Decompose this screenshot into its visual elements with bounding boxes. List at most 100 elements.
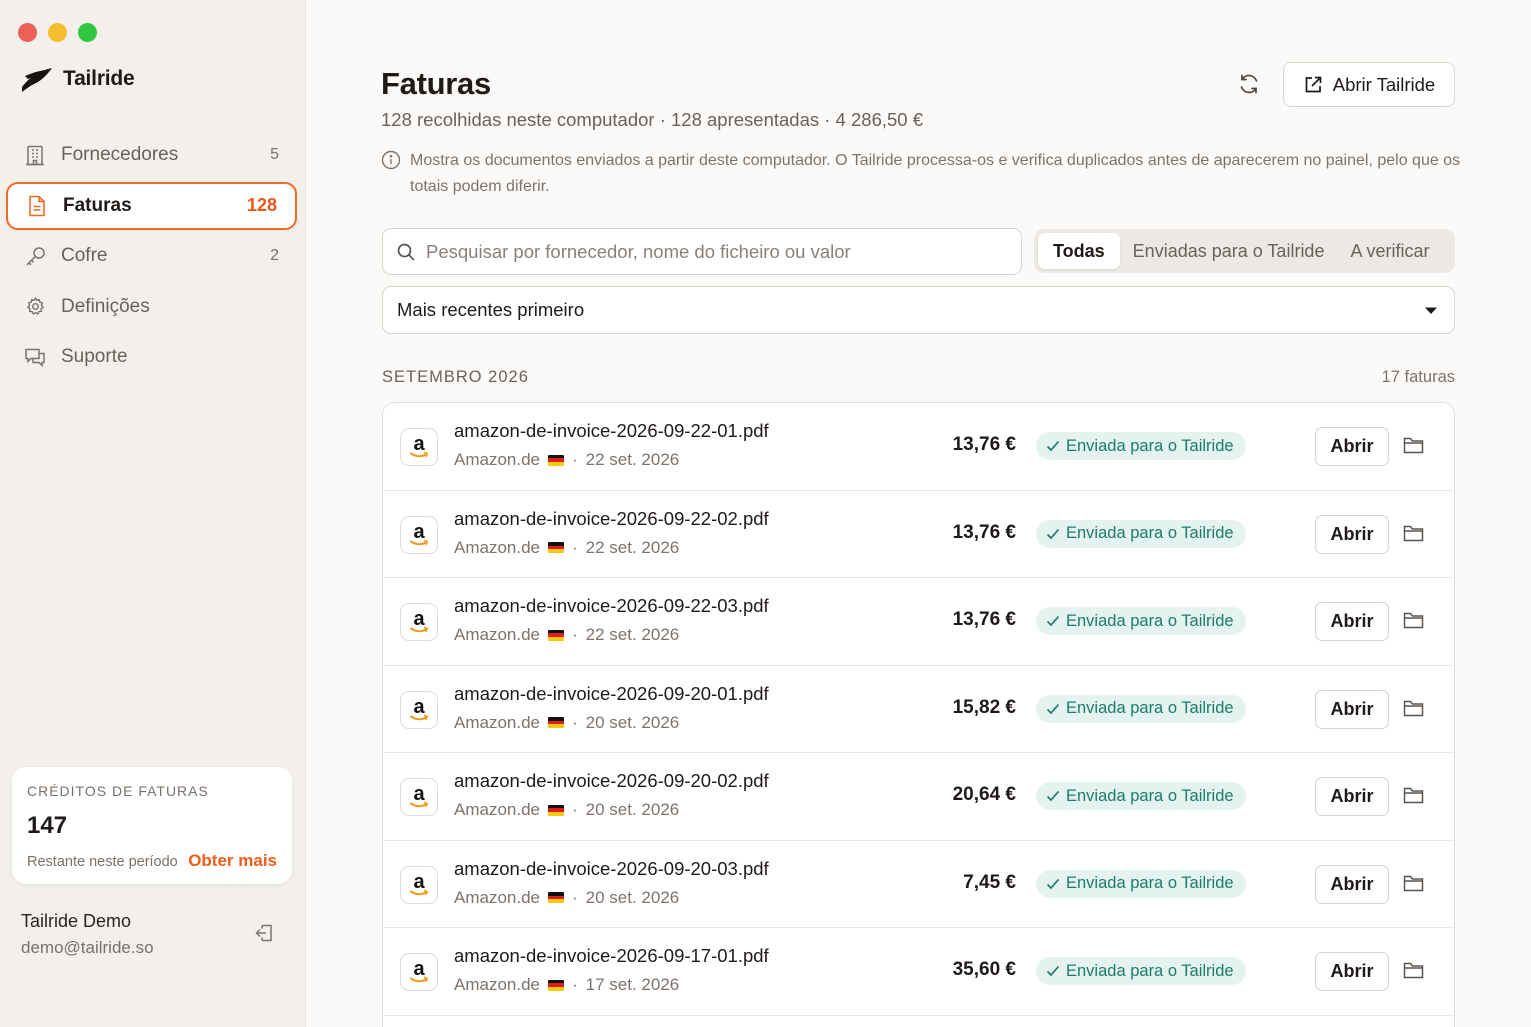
tab-a-verificar[interactable]: A verificar [1337,233,1442,269]
external-link-icon [1305,76,1322,92]
status-badge-label: Enviada para o Tailride [1066,874,1234,892]
invoice-amount: 13,76 € [952,434,1016,455]
svg-text:a: a [413,697,425,718]
invoice-meta: Amazon.de · 22 set. 2026 [454,538,679,558]
tab-todas[interactable]: Todas [1038,233,1120,269]
open-tailride-button[interactable]: Abrir Tailride [1283,62,1455,107]
amazon-logo-icon: a [400,865,438,904]
sidebar-nav: Fornecedores 5 Faturas 128 Cofre 2 Defin… [6,131,297,384]
sidebar-item-count: 2 [270,247,279,264]
info-note: Mostra os documentos enviados a partir d… [381,148,1461,200]
check-icon [1046,790,1060,802]
check-icon [1046,965,1060,977]
gear-icon [24,296,46,318]
invoice-filename: amazon-de-invoice-2026-09-20-01.pdf [454,682,769,704]
logout-icon[interactable] [254,923,276,945]
sidebar-item-label: Fornecedores [61,144,179,165]
info-text: Mostra os documentos enviados a partir d… [410,152,1461,195]
open-invoice-button[interactable]: Abrir [1315,427,1389,466]
sidebar-item-definicoes[interactable]: Definições [6,283,297,331]
sidebar-item-label: Cofre [61,245,108,266]
document-icon [26,195,48,217]
get-more-credits-link[interactable]: Obter mais [188,851,277,871]
svg-text:a: a [413,784,425,805]
credits-value: 147 [27,812,68,839]
folder-icon[interactable] [1403,699,1425,719]
open-invoice-button[interactable]: Abrir [1315,602,1389,641]
zoom-window-button[interactable] [78,23,97,42]
search-icon [397,243,415,261]
credits-card: CRÉDITOS DE FATURAS 147 Restante neste p… [12,767,292,884]
invoice-row[interactable]: a amazon-de-invoice-2026-09-20-03.pdf Am… [383,841,1454,928]
germany-flag-icon [548,454,564,466]
month-group-header: SETEMBRO 2026 17 faturas [382,368,1455,387]
open-invoice-button[interactable]: Abrir [1315,864,1389,904]
svg-text:a: a [413,434,425,455]
check-icon [1046,878,1060,889]
meta-separator: · [572,537,578,557]
sidebar-item-cofre[interactable]: Cofre 2 [6,232,297,280]
status-badge: Enviada para o Tailride [1036,869,1246,898]
invoice-meta: Amazon.de · 20 set. 2026 [454,888,679,908]
invoice-amount: 35,60 € [952,959,1016,980]
invoice-vendor: Amazon.de [454,625,540,644]
open-invoice-button[interactable]: Abrir [1315,514,1389,554]
invoice-row[interactable]: a amazon-de-invoice-2026-09-17-01.pdf Am… [383,928,1454,1016]
sidebar-item-label: Definições [61,295,150,317]
status-filter-tabs: Todas Enviadas para o Tailride A verific… [1034,229,1455,273]
invoice-row[interactable]: a amazon-de-invoice-2026-09-22-01.pdf Am… [383,403,1454,491]
status-badge: Enviada para o Tailride [1036,957,1246,985]
check-icon [1046,703,1060,714]
sidebar-item-count: 128 [246,195,277,215]
search-input[interactable] [426,240,986,263]
invoice-date: 22 set. 2026 [585,450,680,469]
folder-icon[interactable] [1403,436,1425,456]
invoice-filename: amazon-de-invoice-2026-09-22-01.pdf [454,420,769,441]
minimize-window-button[interactable] [48,23,67,42]
invoice-filename: amazon-de-invoice-2026-09-20-03.pdf [454,857,769,879]
invoice-vendor: Amazon.de [454,887,540,907]
folder-icon[interactable] [1403,524,1425,544]
open-invoice-button[interactable]: Abrir [1315,952,1389,991]
sort-select-value: Mais recentes primeiro [397,299,585,320]
folder-icon[interactable] [1403,611,1425,631]
building-icon [24,144,46,166]
germany-flag-icon [548,892,564,903]
user-email: demo@tailride.so [21,938,154,957]
folder-icon[interactable] [1403,874,1425,894]
sidebar-item-faturas[interactable]: Faturas 128 [6,181,297,230]
meta-separator: · [572,975,578,994]
invoice-row[interactable]: a amazon-de-invoice-2026-09-22-03.pdf Am… [383,578,1454,666]
key-icon [24,245,46,267]
sidebar-item-label: Faturas [63,194,132,216]
chevron-down-icon [1425,307,1437,314]
folder-icon[interactable] [1403,961,1425,981]
amazon-logo-icon: a [400,690,438,729]
invoice-row[interactable]: a amazon-de-invoice-2026-09-20-01.pdf Am… [383,666,1454,753]
meta-separator: · [572,712,578,732]
close-window-button[interactable] [18,23,37,42]
invoice-meta: Amazon.de · 17 set. 2026 [454,975,679,995]
open-invoice-button[interactable]: Abrir [1315,689,1389,729]
sidebar-item-suporte[interactable]: Suporte [6,333,297,381]
open-invoice-button[interactable]: Abrir [1315,777,1389,816]
invoice-row[interactable]: a amazon-de-invoice-2026-09-22-02.pdf Am… [383,491,1454,578]
sidebar-item-fornecedores[interactable]: Fornecedores 5 [6,131,297,179]
invoice-vendor: Amazon.de [454,712,540,732]
invoice-date: 20 set. 2026 [585,887,680,907]
refresh-icon[interactable] [1237,72,1263,98]
invoice-amount: 7,45 € [963,871,1016,893]
open-tailride-label: Abrir Tailride [1332,73,1436,95]
check-icon [1046,528,1060,539]
status-badge: Enviada para o Tailride [1036,694,1246,723]
sort-select[interactable]: Mais recentes primeiro [382,286,1455,334]
status-badge-label: Enviada para o Tailride [1066,699,1234,717]
tab-enviadas[interactable]: Enviadas para o Tailride [1120,233,1338,269]
invoice-date: 22 set. 2026 [585,625,680,644]
status-badge: Enviada para o Tailride [1036,782,1246,810]
status-badge-label: Enviada para o Tailride [1066,786,1234,805]
invoice-amount: 15,82 € [952,696,1016,718]
folder-icon[interactable] [1403,786,1425,806]
invoice-row[interactable]: a amazon-de-invoice-2026-09-20-02.pdf Am… [383,753,1454,841]
invoice-date: 20 set. 2026 [585,800,680,819]
